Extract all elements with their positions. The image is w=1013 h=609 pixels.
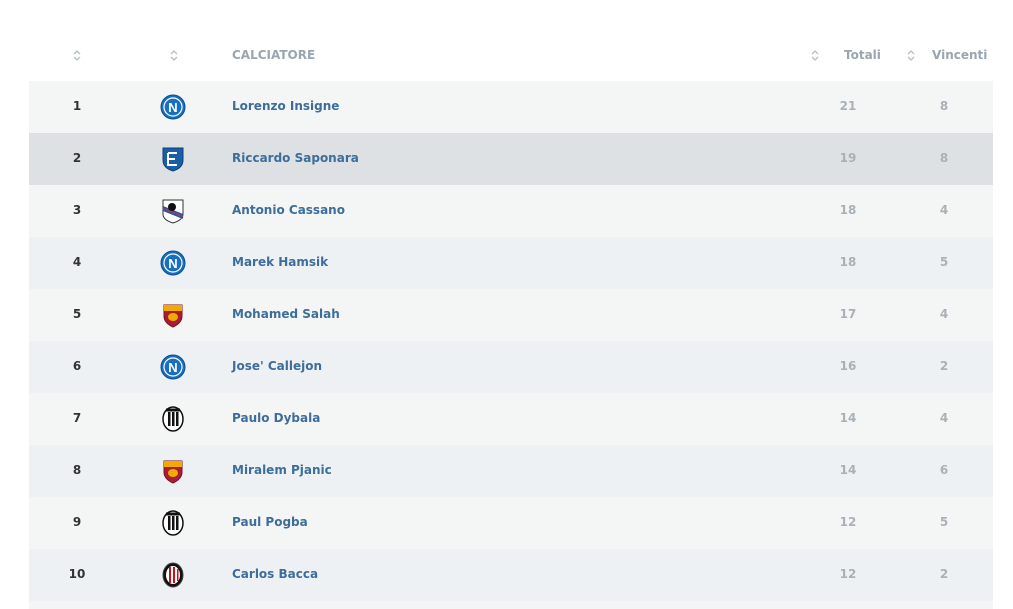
totali-cell: 14	[839, 411, 857, 425]
rank-cell: 1	[72, 99, 82, 113]
player-name-link[interactable]: Lorenzo Insigne	[232, 99, 339, 113]
vincenti-cell: 8	[939, 151, 949, 165]
rank-cell: 9	[72, 515, 82, 529]
column-header-totali[interactable]: Totali	[844, 48, 881, 62]
totali-cell: 12	[839, 567, 857, 581]
sort-club-icon[interactable]	[169, 48, 179, 63]
scorers-table: CALCIATORE Totali Vincenti 1 N Lorenzo Ins…	[29, 29, 993, 601]
sort-vincenti-icon[interactable]	[906, 48, 916, 63]
table-row[interactable]: 6 N Jose' Callejon 16 2	[29, 341, 993, 393]
totali-cell: 12	[839, 515, 857, 529]
column-header-player[interactable]: CALCIATORE	[232, 48, 315, 62]
totali-cell: 14	[839, 463, 857, 477]
table-row[interactable]: 10 Carlos Bacca 12 2	[29, 549, 993, 601]
table-row[interactable]: 2 Riccardo Saponara 19 8	[29, 133, 993, 185]
vincenti-cell: 5	[939, 515, 949, 529]
vincenti-cell: 5	[939, 255, 949, 269]
napoli-crest-icon: N	[160, 94, 186, 120]
svg-text:N: N	[168, 100, 177, 115]
player-name-link[interactable]: Marek Hamsik	[232, 255, 328, 269]
juventus-crest-icon	[160, 510, 186, 536]
rank-cell: 10	[68, 567, 86, 581]
table-row[interactable]: 1 N Lorenzo Insigne 21 8	[29, 81, 993, 133]
table-row[interactable]: 8 Miralem Pjanic 14 6	[29, 445, 993, 497]
table-row[interactable]: 3 Antonio Cassano 18 4	[29, 185, 993, 237]
table-row[interactable]: 5 Mohamed Salah 17 4	[29, 289, 993, 341]
player-name-link[interactable]: Carlos Bacca	[232, 567, 318, 581]
roma-crest-icon	[160, 458, 186, 484]
next-row-partial	[29, 601, 993, 609]
totali-cell: 17	[839, 307, 857, 321]
vincenti-cell: 4	[939, 203, 949, 217]
napoli-crest-icon: N	[160, 250, 186, 276]
vincenti-cell: 4	[939, 411, 949, 425]
sort-rank-icon[interactable]	[72, 48, 82, 63]
table-row[interactable]: 9 Paul Pogba 12 5	[29, 497, 993, 549]
vincenti-cell: 4	[939, 307, 949, 321]
napoli-crest-icon: N	[160, 354, 186, 380]
totali-cell: 18	[839, 203, 857, 217]
player-name-link[interactable]: Antonio Cassano	[232, 203, 345, 217]
column-header-vincenti[interactable]: Vincenti	[932, 48, 987, 62]
totali-cell: 16	[839, 359, 857, 373]
player-name-link[interactable]: Jose' Callejon	[232, 359, 322, 373]
rank-cell: 5	[72, 307, 82, 321]
player-name-link[interactable]: Riccardo Saponara	[232, 151, 359, 165]
vincenti-cell: 8	[939, 99, 949, 113]
svg-text:N: N	[168, 360, 177, 375]
player-name-link[interactable]: Paulo Dybala	[232, 411, 320, 425]
player-name-link[interactable]: Mohamed Salah	[232, 307, 340, 321]
empoli-crest-icon	[160, 146, 186, 172]
vincenti-cell: 6	[939, 463, 949, 477]
table-row[interactable]: 4 N Marek Hamsik 18 5	[29, 237, 993, 289]
totali-cell: 18	[839, 255, 857, 269]
rank-cell: 2	[72, 151, 82, 165]
svg-text:N: N	[168, 256, 177, 271]
rank-cell: 6	[72, 359, 82, 373]
roma-crest-icon	[160, 302, 186, 328]
juventus-crest-icon	[160, 406, 186, 432]
milan-crest-icon	[160, 562, 186, 588]
table-header: CALCIATORE Totali Vincenti	[29, 29, 993, 81]
rank-cell: 3	[72, 203, 82, 217]
sort-totali-icon[interactable]	[810, 48, 820, 63]
rank-cell: 4	[72, 255, 82, 269]
totali-cell: 19	[839, 151, 857, 165]
rank-cell: 8	[72, 463, 82, 477]
table-row[interactable]: 7 Paulo Dybala 14 4	[29, 393, 993, 445]
player-name-link[interactable]: Paul Pogba	[232, 515, 308, 529]
sampdoria-crest-icon	[160, 198, 186, 224]
totali-cell: 21	[839, 99, 857, 113]
vincenti-cell: 2	[939, 567, 949, 581]
player-name-link[interactable]: Miralem Pjanic	[232, 463, 332, 477]
rank-cell: 7	[72, 411, 82, 425]
vincenti-cell: 2	[939, 359, 949, 373]
table-body: 1 N Lorenzo Insigne 21 8 2 Riccardo Saponara 19…	[29, 81, 993, 601]
